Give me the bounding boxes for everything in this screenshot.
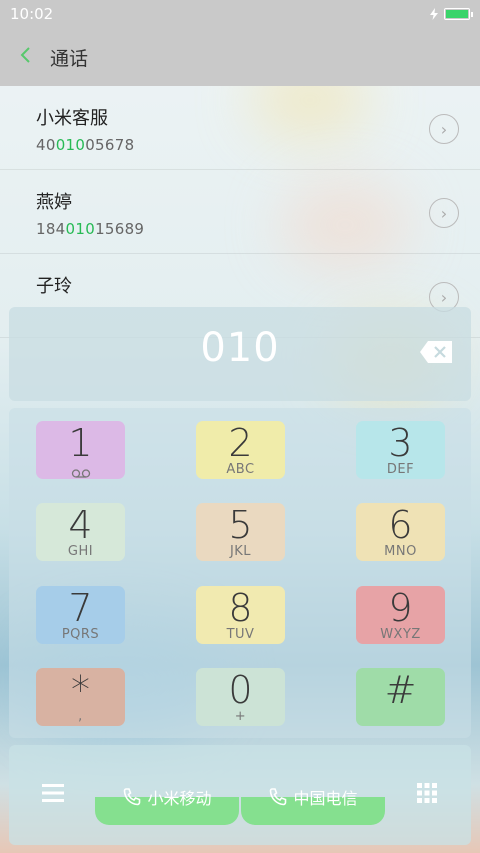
list-item[interactable]: 小米客服 4001005678 › bbox=[0, 86, 480, 170]
key-star[interactable]: *, bbox=[36, 668, 125, 726]
contact-number: 4001005678 bbox=[36, 136, 135, 154]
contact-number: 18401015689 bbox=[36, 220, 145, 238]
key-hash[interactable]: # bbox=[356, 668, 445, 726]
contact-detail-button[interactable]: › bbox=[429, 114, 459, 144]
contact-list: 小米客服 4001005678 › 燕婷 18401015689 › 子玲 › bbox=[0, 86, 480, 338]
battery-icon bbox=[444, 8, 473, 20]
keypad-toggle-button[interactable] bbox=[416, 782, 438, 806]
phone-sim2-icon bbox=[270, 788, 287, 806]
back-button[interactable] bbox=[0, 45, 50, 70]
call-button-sim1[interactable]: 小米移动 bbox=[95, 783, 239, 825]
key-2[interactable]: 2 ABC bbox=[196, 421, 285, 479]
dial-keypad: 1 2 ABC 3 DEF 4 GHI 5 JKL 6 MNO 7 PQRS 8 TUV 9W… bbox=[9, 408, 471, 738]
contact-name: 子玲 bbox=[36, 276, 72, 297]
header: 通话 bbox=[0, 28, 480, 86]
key-7[interactable]: 7 PQRS bbox=[36, 586, 125, 644]
menu-button[interactable] bbox=[41, 783, 65, 803]
key-9[interactable]: 9 WXYZ bbox=[356, 586, 445, 644]
list-item[interactable]: 燕婷 18401015689 › bbox=[0, 170, 480, 254]
phone-sim1-icon bbox=[124, 788, 141, 806]
status-time: 10:02 bbox=[10, 5, 54, 23]
chevron-left-icon bbox=[20, 46, 30, 63]
dial-display: 010 bbox=[9, 307, 471, 401]
key-0[interactable]: 0 + bbox=[196, 668, 285, 726]
key-6[interactable]: 6 MNO bbox=[356, 503, 445, 561]
call-button-label: 小米移动 bbox=[147, 789, 212, 808]
call-button-label: 中国电信 bbox=[293, 789, 358, 808]
contact-name: 小米客服 bbox=[36, 108, 108, 129]
status-bar: 10:02 bbox=[0, 0, 480, 28]
backspace-button[interactable] bbox=[419, 340, 453, 364]
chevron-right-icon: › bbox=[440, 287, 448, 307]
key-8[interactable]: 8 TUV bbox=[196, 586, 285, 644]
dialer-bottom-bar: 小米移动 中国电信 bbox=[9, 745, 471, 845]
page-title: 通话 bbox=[50, 47, 89, 70]
key-3[interactable]: 3 DEF bbox=[356, 421, 445, 479]
key-4[interactable]: 4 GHI bbox=[36, 503, 125, 561]
charging-icon bbox=[430, 8, 438, 20]
key-5[interactable]: 5 JKL bbox=[196, 503, 285, 561]
dial-input: 010 bbox=[200, 325, 280, 371]
call-button-sim2[interactable]: 中国电信 bbox=[241, 783, 385, 825]
chevron-right-icon: › bbox=[440, 203, 448, 223]
chevron-right-icon: › bbox=[440, 119, 448, 139]
contact-detail-button[interactable]: › bbox=[429, 198, 459, 228]
contact-name: 燕婷 bbox=[36, 192, 72, 213]
voicemail-icon bbox=[71, 469, 90, 478]
key-1[interactable]: 1 bbox=[36, 421, 125, 479]
